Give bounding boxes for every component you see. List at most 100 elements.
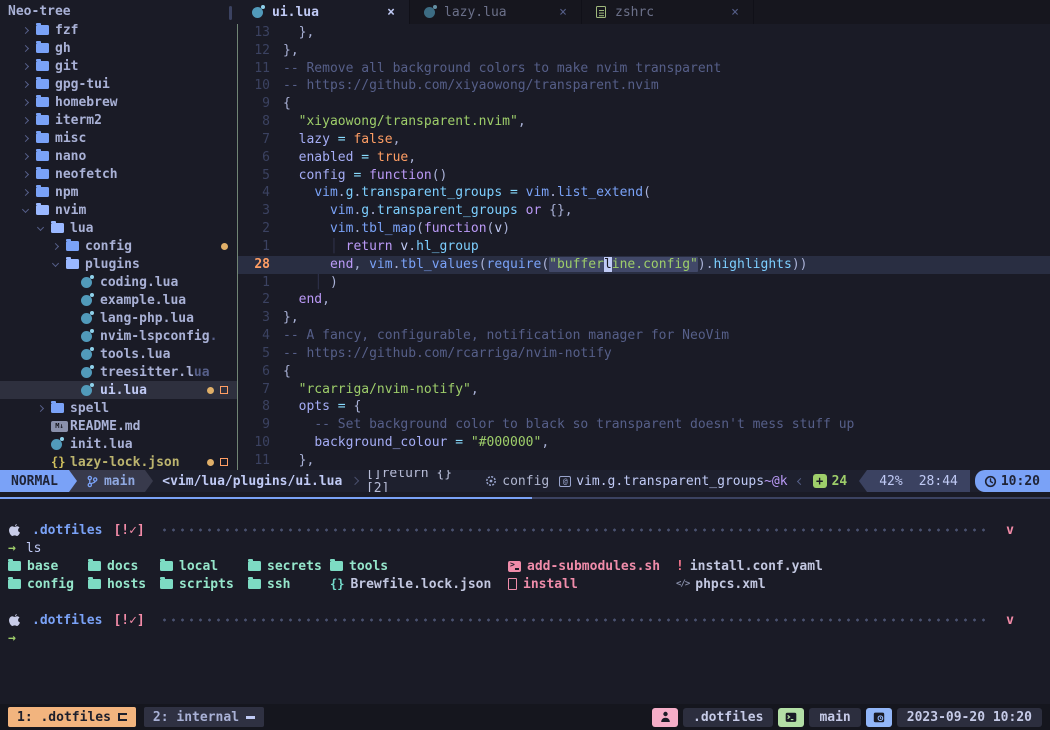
- editor-buffer[interactable]: 13 },12},11-- Remove all background colo…: [238, 24, 1050, 470]
- ls-entry-ssh: ssh: [248, 577, 330, 592]
- code-line[interactable]: 6{: [238, 363, 1050, 381]
- tree-item-label: neofetch: [55, 167, 118, 182]
- code-line[interactable]: 2 end,: [238, 291, 1050, 309]
- tree-item-README.md[interactable]: M↓README.md: [0, 417, 237, 435]
- code-line[interactable]: 6 enabled = true,: [238, 149, 1050, 167]
- chevron-right-icon: [22, 98, 29, 105]
- code-line[interactable]: 4-- A fancy, configurable, notification …: [238, 327, 1050, 345]
- powerline-separator: [145, 470, 153, 492]
- ls-entry-scripts: scripts: [160, 577, 248, 592]
- tmux-statusbar-right: .dotfilesmain2023-09-20 10:20: [652, 708, 1042, 727]
- tree-item-misc[interactable]: misc: [0, 129, 237, 147]
- code-line[interactable]: 11 },: [238, 452, 1050, 470]
- code-line[interactable]: 7 lazy = false,: [238, 131, 1050, 149]
- tree-item-spell[interactable]: spell: [0, 399, 237, 417]
- code-line[interactable]: 11-- Remove all background colors to mak…: [238, 60, 1050, 78]
- tmux-right-label: .dotfiles: [683, 708, 773, 727]
- code-line[interactable]: 10-- https://github.com/xiyaowong/transp…: [238, 77, 1050, 95]
- tmux-window-1-dotfiles[interactable]: 1: .dotfiles: [8, 707, 136, 727]
- code-line[interactable]: 1 │ ): [238, 274, 1050, 292]
- tree-item-nvim-lspconfig[interactable]: nvim-lspconfig.: [0, 327, 237, 345]
- code-line-current[interactable]: 28 end, vim.tbl_values(require("bufferli…: [238, 256, 1050, 274]
- code-text: vim.tbl_map(function(v): [283, 220, 510, 238]
- shell-cursor-line[interactable]: →: [0, 629, 1050, 647]
- tree-item-iterm2[interactable]: iterm2: [0, 111, 237, 129]
- tree-item-gh[interactable]: gh: [0, 39, 237, 57]
- code-line[interactable]: 5 config = function(): [238, 167, 1050, 185]
- tree-item-init.lua[interactable]: init.lua: [0, 435, 237, 453]
- tree-item-nvim[interactable]: nvim: [0, 201, 237, 219]
- tree-item-config[interactable]: config: [0, 237, 237, 255]
- truncated-text: .: [210, 329, 218, 344]
- code-line[interactable]: 8 opts = {: [238, 398, 1050, 416]
- code-line[interactable]: 12},: [238, 42, 1050, 60]
- line-number: 8: [238, 398, 270, 416]
- code-line[interactable]: 4 vim.g.transparent_groups = vim.list_ex…: [238, 184, 1050, 202]
- line-number: 5: [238, 167, 270, 185]
- tree-item-npm[interactable]: npm: [0, 183, 237, 201]
- code-line[interactable]: 1 │ return v.hl_group: [238, 238, 1050, 256]
- tree-item-coding.lua[interactable]: coding.lua: [0, 273, 237, 291]
- chevron-right-icon: [22, 116, 29, 123]
- lua-file-icon: [81, 277, 92, 288]
- chevron-right-icon: [22, 188, 29, 195]
- folder-icon: [36, 187, 49, 197]
- tree-item-example.lua[interactable]: example.lua: [0, 291, 237, 309]
- tree-item-homebrew[interactable]: homebrew: [0, 93, 237, 111]
- close-icon[interactable]: ×: [387, 5, 395, 20]
- breadcrumb-context: []return {} [2]: [366, 470, 475, 492]
- modified-dot-icon: [207, 387, 214, 394]
- tmux-window-2-internal[interactable]: 2: internal: [144, 707, 264, 727]
- code-line[interactable]: 9 -- Set background color to black so tr…: [238, 416, 1050, 434]
- tab-ui.lua[interactable]: ui.lua×: [238, 0, 410, 24]
- tabline: ui.lua×lazy.lua×zshrc×: [238, 0, 1050, 24]
- close-icon[interactable]: ×: [731, 5, 739, 20]
- tree-item-nano[interactable]: nano: [0, 147, 237, 165]
- code-line[interactable]: 5-- https://github.com/rcarriga/nvim-not…: [238, 345, 1050, 363]
- code-line[interactable]: 2 vim.tbl_map(function(v): [238, 220, 1050, 238]
- breadcrumb-variable: vim.g.transparent_groups: [559, 474, 764, 489]
- close-icon[interactable]: ×: [559, 5, 567, 20]
- shell-pane[interactable]: .dotfiles [!✓] v → ls basedocslocalsecre…: [0, 499, 1050, 704]
- tab-zshrc[interactable]: zshrc×: [582, 0, 754, 24]
- tree-item-label: nvim-lspconfig: [100, 329, 210, 344]
- tree-item-gpg-tui[interactable]: gpg-tui: [0, 75, 237, 93]
- tab-lazy.lua[interactable]: lazy.lua×: [410, 0, 582, 24]
- tree-item-tools.lua[interactable]: tools.lua: [0, 345, 237, 363]
- tree-item-ui.lua[interactable]: ui.lua: [0, 381, 237, 399]
- apple-icon: [8, 613, 21, 628]
- code-text: },: [283, 309, 299, 327]
- neotree-scrollbar[interactable]: [229, 6, 232, 20]
- tree-item-git[interactable]: git: [0, 57, 237, 75]
- tree-item-treesitter.l[interactable]: treesitter.lua: [0, 363, 237, 381]
- ls-row: confighostsscriptsssh{}Brewfile.lock.jso…: [8, 575, 1050, 593]
- line-number: 3: [238, 309, 270, 327]
- code-text: opts = {: [283, 398, 361, 416]
- code-text: lazy = false,: [283, 131, 400, 149]
- ls-entry-label: config: [27, 577, 74, 592]
- ls-entry-label: Brewfile.lock.json: [350, 577, 491, 592]
- file-path: <vim/lua/plugins/ui.lua: [162, 474, 342, 489]
- shell-prompt: .dotfiles [!✓] v: [0, 611, 1050, 629]
- tree-item-fzf[interactable]: fzf: [0, 21, 237, 39]
- code-line[interactable]: 3},: [238, 309, 1050, 327]
- file-icon: [508, 578, 517, 590]
- tree-item-label: treesitter.l: [100, 365, 194, 380]
- tree-item-lua[interactable]: lua: [0, 219, 237, 237]
- code-text: │ return v.hl_group: [283, 238, 479, 256]
- prompt-git-status: [!✓]: [113, 523, 144, 538]
- ls-entry-label: install.conf.yaml: [690, 559, 823, 574]
- tree-item-lazy-lock.json[interactable]: {}lazy-lock.json: [0, 453, 237, 470]
- code-line[interactable]: 7 "rcarriga/nvim-notify",: [238, 381, 1050, 399]
- code-line[interactable]: 8 "xiyaowong/transparent.nvim",: [238, 113, 1050, 131]
- tree-item-plugins[interactable]: plugins: [0, 255, 237, 273]
- tree-item-neofetch[interactable]: neofetch: [0, 165, 237, 183]
- cursor-position: 28:44: [919, 474, 958, 489]
- code-line[interactable]: 10 background_colour = "#000000",: [238, 434, 1050, 452]
- code-line[interactable]: 3 vim.g.transparent_groups or {},: [238, 202, 1050, 220]
- code-line[interactable]: 13 },: [238, 24, 1050, 42]
- ls-entry-label: phpcs.xml: [695, 577, 765, 592]
- code-line[interactable]: 9{: [238, 95, 1050, 113]
- tree-item-lang-php.lua[interactable]: lang-php.lua: [0, 309, 237, 327]
- folder-icon: [8, 561, 21, 571]
